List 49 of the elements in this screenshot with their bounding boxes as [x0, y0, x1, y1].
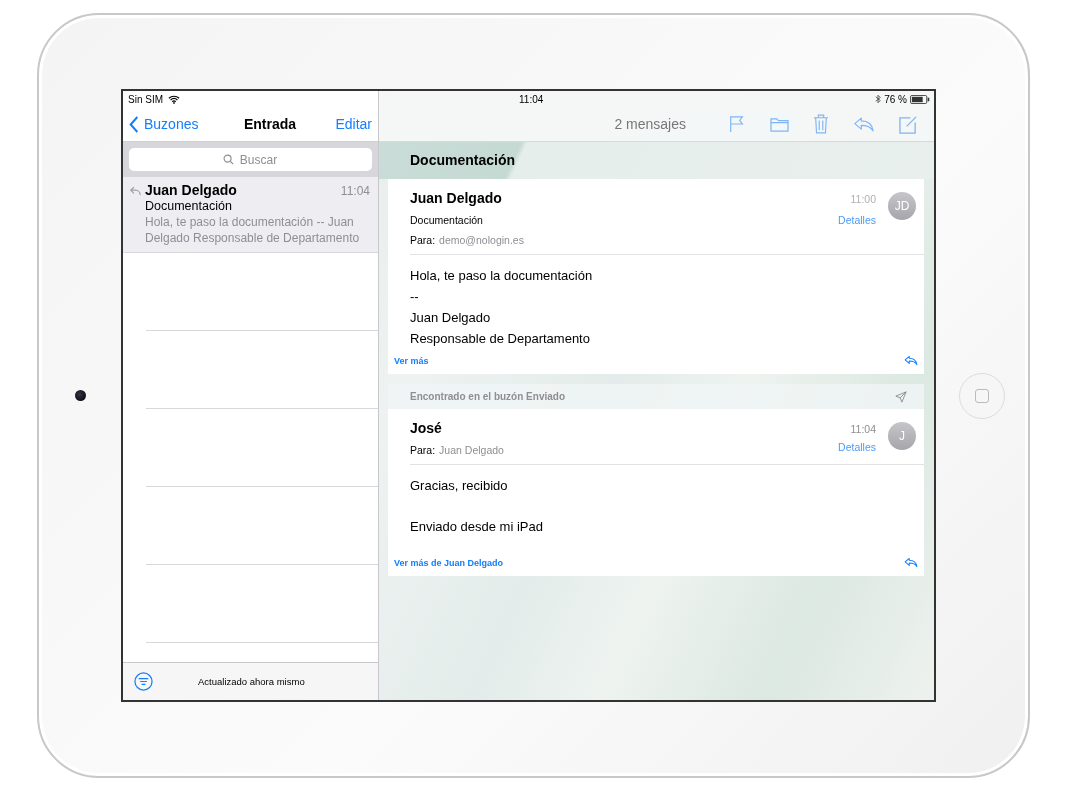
home-button[interactable]: [959, 372, 1005, 419]
message-count: 2 mensajes: [614, 116, 686, 132]
reply-icon[interactable]: [904, 355, 918, 366]
wifi-icon: [168, 94, 180, 104]
back-button[interactable]: Buzones: [129, 115, 199, 133]
camera-dot: [74, 390, 86, 401]
details-link[interactable]: Detalles: [838, 214, 876, 226]
flag-icon[interactable]: [728, 115, 746, 133]
sender-name: José: [410, 420, 443, 436]
see-more-link[interactable]: Ver más: [394, 355, 429, 366]
mailbox-title: Entrada: [243, 116, 296, 132]
recipient-text: Juan Delgado: [439, 444, 504, 456]
paper-plane-icon: [895, 390, 907, 403]
reply-icon[interactable]: [853, 115, 875, 133]
mailbox-note: Encontrado en el buzón Enviado: [410, 391, 565, 402]
message-body-text: Enviado desde mi iPad: [410, 518, 544, 536]
recipient-label: Para:: [410, 234, 436, 246]
filter-icon[interactable]: [134, 672, 153, 691]
reply-icon[interactable]: [904, 557, 918, 568]
search-field[interactable]: Buscar: [129, 148, 372, 171]
recipient-text: demo@nologin.es: [439, 234, 524, 246]
update-status-text: Actualizado ahora mismo: [198, 676, 305, 687]
sender-name: Juan Delgado: [145, 182, 237, 198]
battery-icon: [910, 94, 930, 104]
chevron-left-icon: [129, 115, 139, 133]
see-more-link[interactable]: Ver más de Juan Delgado: [394, 557, 504, 568]
folder-icon[interactable]: [770, 115, 789, 133]
avatar-circle: JD: [888, 192, 916, 220]
message-time: 11:04: [850, 423, 876, 435]
avatar-circle: J: [888, 422, 916, 450]
recipient-label: Para:: [410, 444, 436, 456]
message-body-text: Gracias, recibido: [410, 477, 509, 495]
bluetooth-icon: [875, 94, 882, 104]
edit-button[interactable]: Editar: [335, 116, 372, 132]
thread-subject: Documentación: [379, 142, 934, 179]
compose-icon[interactable]: [899, 114, 918, 134]
carrier-text: Sin SIM: [128, 93, 163, 105]
message-subject: Documentación: [410, 214, 484, 226]
clock-text: 11:04: [519, 93, 544, 105]
details-link[interactable]: Detalles: [838, 441, 876, 453]
sender-name: Juan Delgado: [410, 190, 503, 206]
message-list-item[interactable]: Juan Delgado 11:04 Documentación Hola, te paso la documentación -- Juan Delgado Responsable de Departamento: [123, 177, 378, 253]
message-time: 11:00: [850, 193, 876, 205]
trash-icon[interactable]: [813, 114, 829, 134]
message-time: 11:04: [340, 184, 370, 198]
message-preview: Hola, te paso la documentación -- Juan Delgado Responsable de Departamento: [145, 214, 361, 246]
battery-text: 76 %: [884, 93, 907, 105]
message-body-text: Hola, te paso la documentación -- Juan Delgado Responsable de Departamento: [410, 267, 594, 348]
message-subject: Documentación: [145, 199, 233, 213]
